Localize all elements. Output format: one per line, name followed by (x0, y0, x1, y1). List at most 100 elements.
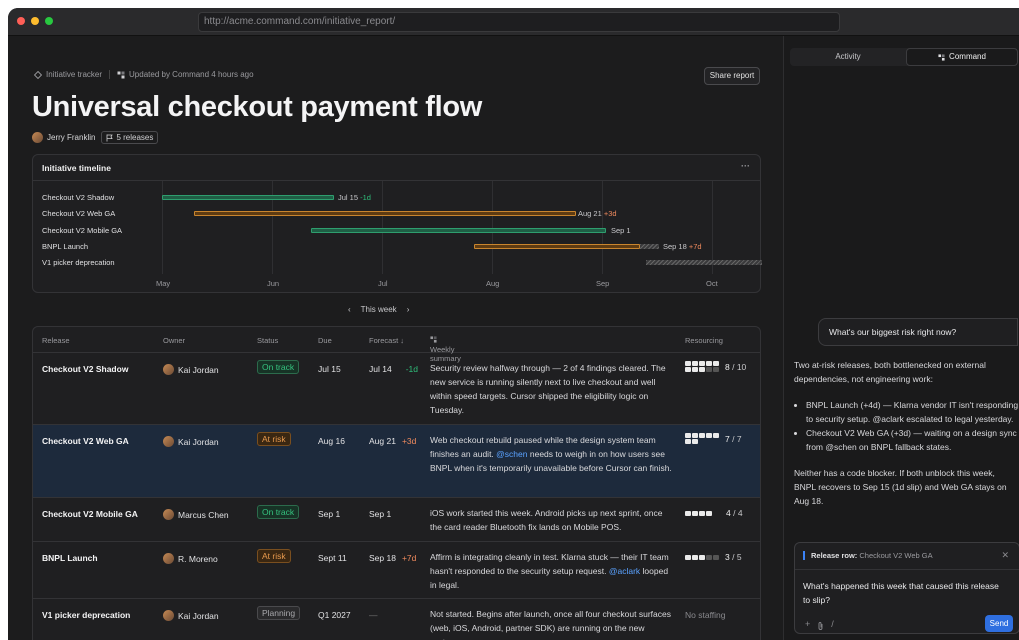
context-label: Release row: (811, 551, 858, 560)
timeline-bar-web-ga[interactable] (194, 211, 576, 216)
resourcing-meter: 3 / 5 (685, 552, 742, 562)
diamond-icon (34, 70, 42, 79)
table-row[interactable]: BNPL Launch R. Moreno At risk Sept 11 Se… (33, 542, 760, 599)
status-badge: Planning (257, 606, 301, 620)
column-due[interactable]: Due (318, 336, 332, 345)
close-window-button[interactable] (17, 17, 25, 25)
release-name[interactable]: Checkout V2 Web GA (42, 436, 129, 446)
timeline-slip-hatch (640, 244, 659, 249)
tab-command[interactable]: Command (906, 48, 1018, 66)
timeline-bar-bnpl[interactable] (474, 244, 640, 249)
mention-link[interactable]: @aclark (609, 566, 640, 576)
table-row[interactable]: V1 picker deprecation Kai Jordan Plannin… (33, 599, 760, 640)
status-label: On track (257, 360, 300, 374)
column-release[interactable]: Release (42, 336, 70, 345)
status-badge: At risk (257, 549, 291, 563)
minimize-window-button[interactable] (31, 17, 39, 25)
report-main: Initiative tracker Updated by Command 4 … (8, 36, 783, 640)
timeline-note: Aug 21 +3d (578, 209, 617, 218)
more-options-icon[interactable]: ··· (741, 161, 750, 171)
breadcrumb-tracker[interactable]: Initiative tracker (46, 70, 102, 79)
timeline-bar-mobile-ga[interactable] (311, 228, 606, 233)
timeline-row-label[interactable]: Checkout V2 Mobile GA (42, 226, 122, 235)
answer-intro: Two at-risk releases, both bottlenecked … (794, 360, 986, 384)
status-badge: On track (257, 360, 300, 374)
timeline-bar-deprecation[interactable] (646, 260, 762, 265)
answer-bullet: BNPL Launch (+4d) — Klarna vendor IT isn… (806, 398, 1019, 426)
next-week-button[interactable]: › (407, 305, 410, 314)
release-name[interactable]: Checkout V2 Shadow (42, 364, 128, 374)
attachment-icon[interactable] (817, 621, 824, 631)
status-badge: On track (257, 505, 300, 519)
slash-command-icon[interactable]: / (831, 619, 834, 631)
column-owner[interactable]: Owner (163, 336, 185, 345)
resourcing-count: 7 / 7 (725, 433, 742, 444)
column-status[interactable]: Status (257, 336, 278, 345)
assistant-answer: Two at-risk releases, both bottlenecked … (794, 358, 1019, 508)
command-logo-icon (938, 53, 945, 61)
timeline-month: Oct (706, 279, 718, 288)
timeline-row-label[interactable]: Checkout V2 Web GA (42, 209, 115, 218)
context-chip[interactable]: Release row: Checkout V2 Web GA (803, 551, 933, 560)
resourcing-empty: No staffing (685, 610, 726, 620)
command-logo-icon (117, 71, 125, 78)
owner-name: R. Moreno (178, 553, 218, 564)
remove-context-icon[interactable]: ✕ (1001, 550, 1009, 561)
release-name[interactable]: Checkout V2 Mobile GA (42, 509, 138, 519)
row-owner: Kai Jordan (163, 610, 219, 621)
avatar (163, 436, 174, 447)
due-date: Aug 16 (318, 436, 345, 446)
timeline-bar-shadow[interactable] (162, 195, 334, 200)
weekly-summary: Not started. Begins after launch, once a… (430, 609, 671, 640)
page-title: Universal checkout payment flow (32, 91, 482, 123)
add-icon[interactable]: + (805, 619, 810, 631)
status-label: At risk (257, 549, 291, 563)
forecast-date: Jul 14 -1d (369, 364, 418, 374)
table-row[interactable]: Checkout V2 Shadow Kai Jordan On track J… (33, 353, 760, 425)
weekly-summary: iOS work started this week. Android pick… (430, 508, 663, 532)
maximize-window-button[interactable] (45, 17, 53, 25)
column-resourcing[interactable]: Resourcing (685, 336, 723, 345)
row-owner: Kai Jordan (163, 436, 219, 447)
tab-activity[interactable]: Activity (790, 48, 906, 66)
releases-count-pill[interactable]: 5 releases (101, 131, 159, 144)
timeline-row-label[interactable]: Checkout V2 Shadow (42, 193, 114, 202)
share-report-button[interactable]: Share report (704, 67, 760, 85)
resourcing-meter: 7 / 7 (685, 433, 742, 444)
mention-link[interactable]: @schen (496, 449, 527, 459)
weekly-summary: Affirm is integrating cleanly in test. K… (430, 552, 669, 590)
timeline-header: Initiative timeline ··· (33, 155, 760, 181)
release-name[interactable]: BNPL Launch (42, 553, 98, 563)
address-bar[interactable]: http://acme.command.com/initiative_repor… (198, 12, 840, 32)
release-name[interactable]: V1 picker deprecation (42, 610, 130, 620)
resourcing-meter: 8 / 10 (685, 361, 746, 372)
app-window: http://acme.command.com/initiative_repor… (8, 8, 1019, 640)
timeline-month: Jun (267, 279, 280, 288)
owner-name: Kai Jordan (178, 436, 219, 447)
row-owner: Marcus Chen (163, 509, 229, 520)
table-header: Release Owner Status Due Forecast ↓ Week… (33, 327, 760, 363)
owner-name: Kai Jordan (178, 610, 219, 621)
resourcing-count: 3 / 5 (725, 552, 742, 562)
chat-input[interactable]: What's happened this week that caused th… (803, 579, 1003, 607)
table-row[interactable]: Checkout V2 Web GA Kai Jordan At risk Au… (33, 425, 760, 498)
timeline-month: May (156, 279, 171, 288)
weekly-summary: Web checkout rebuild paused while the de… (430, 435, 672, 473)
table-row[interactable]: Checkout V2 Mobile GA Marcus Chen On tra… (33, 498, 760, 542)
row-owner: R. Moreno (163, 553, 218, 564)
avatar (163, 610, 174, 621)
column-summary[interactable]: Weekly summary (430, 336, 461, 363)
timeline-row-label[interactable]: V1 picker deprecation (42, 258, 115, 267)
initiative-owner[interactable]: Jerry Franklin (32, 132, 95, 143)
resourcing-count: 8 / 10 (725, 361, 747, 372)
status-label: Planning (257, 606, 301, 620)
send-button[interactable]: Send (985, 615, 1013, 632)
forecast-date: Aug 21 +3d (369, 436, 417, 446)
row-owner: Kai Jordan (163, 364, 219, 375)
timeline-row-label[interactable]: BNPL Launch (42, 242, 88, 251)
column-forecast[interactable]: Forecast ↓ (369, 336, 404, 345)
breadcrumb-divider (109, 70, 111, 79)
previous-week-button[interactable]: ‹ (348, 305, 351, 314)
timeline-note: Sep 1 (611, 226, 631, 235)
initiative-timeline: Initiative timeline ··· Checkout V2 Shad… (32, 154, 762, 293)
